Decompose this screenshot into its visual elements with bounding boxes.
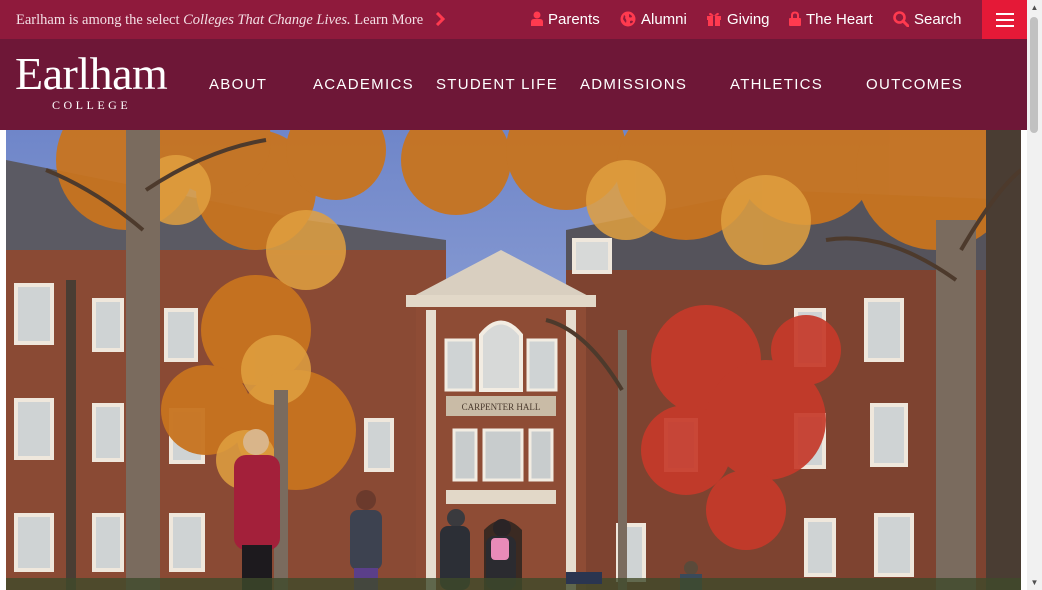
alumni-label: Alumni [641,11,687,28]
scroll-up-arrow-icon[interactable]: ▲ [1027,0,1042,15]
search-icon [893,10,909,27]
page-scrollbar[interactable]: ▲ ▼ [1027,0,1042,590]
nav-academics[interactable]: ACADEMICS [313,39,414,130]
nav-outcomes[interactable]: OUTCOMES [866,39,963,130]
scroll-down-arrow-icon[interactable]: ▼ [1027,575,1042,590]
search-label: Search [914,11,962,28]
chevron-right-icon [435,12,445,27]
giving-label: Giving [727,11,770,28]
earlham-logo[interactable]: Earlham COLLEGE [15,48,175,113]
page: Earlham is among the select Colleges Tha… [0,0,1027,590]
nav-admissions[interactable]: ADMISSIONS [580,39,687,130]
the-heart-link[interactable]: The Heart [789,0,873,39]
alumni-link[interactable]: Alumni [620,0,687,39]
scrollbar-thumb[interactable] [1030,17,1038,133]
announcement-prefix: Earlham is among the select [16,12,180,28]
nav-athletics[interactable]: ATHLETICS [730,39,823,130]
nav-about[interactable]: ABOUT [209,39,267,130]
ctcl-announcement-link[interactable]: Earlham is among the select Colleges Tha… [16,0,445,39]
logo-wordmark: Earlham [15,48,168,99]
utility-bar: Earlham is among the select Colleges Tha… [0,0,1027,39]
nav-student-life[interactable]: STUDENT LIFE [436,39,558,130]
giving-link[interactable]: Giving [706,0,770,39]
parents-label: Parents [548,11,600,28]
building-sign: CARPENTER HALL [462,402,541,412]
parents-link[interactable]: Parents [531,0,600,39]
logo-subtitle: COLLEGE [52,98,132,112]
hero-campus-photo: CARPENTER HALL [6,130,1021,590]
lock-icon [789,11,801,27]
campus-illustration: CARPENTER HALL [6,130,1021,590]
gift-icon [707,12,721,27]
hamburger-menu-icon[interactable] [982,0,1027,39]
announcement-link-label: Learn More [354,12,424,28]
announcement-emphasis: Colleges That Change Lives. [183,12,351,28]
the-heart-label: The Heart [806,11,873,28]
person-icon [531,11,543,27]
search-link[interactable]: Search [893,0,962,39]
globe-icon [620,11,636,27]
